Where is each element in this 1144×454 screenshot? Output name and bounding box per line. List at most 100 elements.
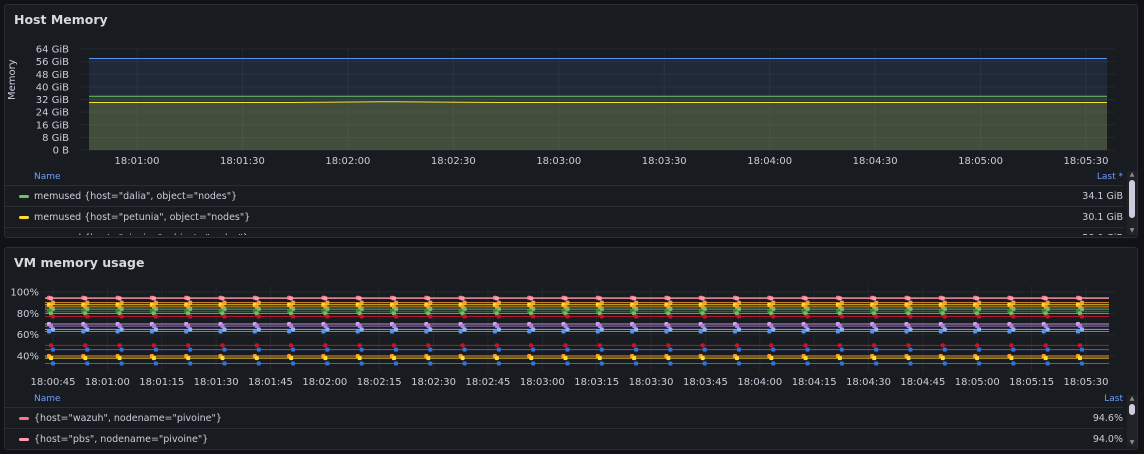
scroll-down-icon[interactable]: ▼ [1128, 439, 1136, 447]
data-point [51, 307, 55, 312]
data-point [668, 300, 673, 305]
data-point [1043, 356, 1048, 361]
data-point [325, 347, 330, 352]
data-point [702, 327, 707, 332]
data-point [805, 314, 810, 319]
data-point [529, 343, 534, 348]
data-point [565, 327, 570, 332]
data-point [1011, 327, 1016, 332]
legend-name-header[interactable]: Name [34, 172, 61, 182]
scroll-thumb[interactable] [1129, 404, 1135, 415]
data-point [702, 300, 707, 305]
data-point [940, 356, 945, 361]
data-point [702, 307, 707, 312]
x-tick-label: 18:02:00 [302, 377, 347, 388]
data-point [1043, 296, 1048, 301]
data-point [1080, 307, 1084, 312]
data-point [188, 307, 193, 312]
vm-memory-chart[interactable]: 40% 60% 80% 100% 18:00:45 18:01:00 18:01:15 18:… [5, 248, 1139, 393]
x-tick-label: 18:02:30 [431, 156, 476, 167]
host-memory-chart[interactable]: 0 B 8 GiB 16 GiB24 GiB 32 GiB 40 GiB48 GiB 56… [5, 5, 1139, 177]
x-tick-label: 18:03:45 [683, 377, 728, 388]
data-point [1078, 356, 1082, 361]
series-color-swatch [19, 417, 29, 420]
data-point [222, 327, 227, 332]
data-point [632, 296, 637, 301]
data-point [874, 314, 879, 319]
data-point [424, 329, 429, 334]
scroll-up-icon[interactable]: ▲ [1128, 395, 1136, 403]
data-point [291, 300, 296, 305]
data-point [325, 300, 330, 305]
x-tick-label: 18:05:00 [958, 156, 1003, 167]
data-point [771, 314, 776, 319]
data-point [531, 347, 536, 352]
data-point [1011, 300, 1016, 305]
legend-scrollbar[interactable]: ▲ ▼ [1127, 395, 1137, 447]
x-tick-label: 18:05:30 [1064, 156, 1109, 167]
legend-item-value: 94.6% [1092, 413, 1123, 424]
legend-last-header[interactable]: Last [1104, 394, 1123, 404]
data-point [1045, 314, 1050, 319]
data-point [769, 343, 774, 348]
data-point [394, 361, 398, 366]
data-point [805, 300, 810, 305]
legend-item-value: 30.1 GiB [1082, 212, 1123, 223]
data-point [426, 296, 431, 301]
data-point [634, 361, 639, 366]
data-point [839, 327, 844, 332]
host-memory-legend: Name Last * memused {host="dalia", objec… [5, 171, 1123, 235]
legend-item[interactable]: memused {host="petunia", object="nodes"}… [5, 206, 1123, 227]
data-point [531, 300, 536, 305]
data-point [1080, 327, 1084, 332]
data-point [359, 361, 364, 366]
legend-item-name: {host="pbs", nodename="pivoine"} [34, 434, 209, 445]
data-point [599, 314, 604, 319]
data-point [291, 361, 296, 366]
legend-item[interactable]: {host="pbs", nodename="pivoine"} 94.0% [5, 428, 1123, 449]
data-point [597, 343, 602, 348]
data-point [599, 347, 604, 352]
data-point [51, 361, 55, 366]
scroll-down-icon[interactable]: ▼ [1128, 227, 1136, 235]
legend-last-header[interactable]: Last * [1097, 172, 1123, 182]
data-point [839, 347, 844, 352]
data-point [942, 307, 947, 312]
data-point [870, 329, 875, 334]
x-tick-label: 18:01:15 [139, 377, 184, 388]
scroll-thumb[interactable] [1129, 180, 1135, 218]
y-tick-label: 48 GiB [36, 70, 69, 81]
data-point [938, 329, 943, 334]
x-tick-label: 18:00:45 [31, 377, 76, 388]
data-point [634, 327, 639, 332]
legend-item[interactable]: memused {host="dalia", object="nodes"} 34… [5, 185, 1123, 206]
data-point [942, 347, 947, 352]
legend-item[interactable]: {host="wazuh", nodename="pivoine"} 94.6% [5, 407, 1123, 428]
data-point [666, 343, 671, 348]
data-point [1080, 314, 1084, 319]
data-point [220, 296, 225, 301]
data-point [531, 307, 536, 312]
data-point [735, 343, 739, 348]
data-point [874, 300, 879, 305]
data-point [188, 300, 193, 305]
data-point [632, 343, 637, 348]
data-point [837, 296, 842, 301]
scroll-up-icon[interactable]: ▲ [1128, 171, 1136, 179]
data-point [51, 314, 55, 319]
legend-item[interactable]: memused {host="pivoine", object="nodes"}… [5, 227, 1123, 235]
data-point [906, 356, 911, 361]
data-point [462, 314, 467, 319]
legend-name-header[interactable]: Name [34, 394, 61, 404]
data-point [634, 347, 639, 352]
x-tick-label: 18:01:30 [194, 377, 239, 388]
data-point [666, 356, 671, 361]
data-point [83, 356, 88, 361]
data-point [323, 296, 328, 301]
x-tick-label: 18:03:00 [536, 156, 581, 167]
data-point [323, 356, 328, 361]
legend-scrollbar[interactable]: ▲ ▼ [1127, 171, 1137, 235]
data-point [977, 347, 982, 352]
x-tick-label: 18:04:30 [846, 377, 891, 388]
x-tick-label: 18:04:45 [900, 377, 945, 388]
